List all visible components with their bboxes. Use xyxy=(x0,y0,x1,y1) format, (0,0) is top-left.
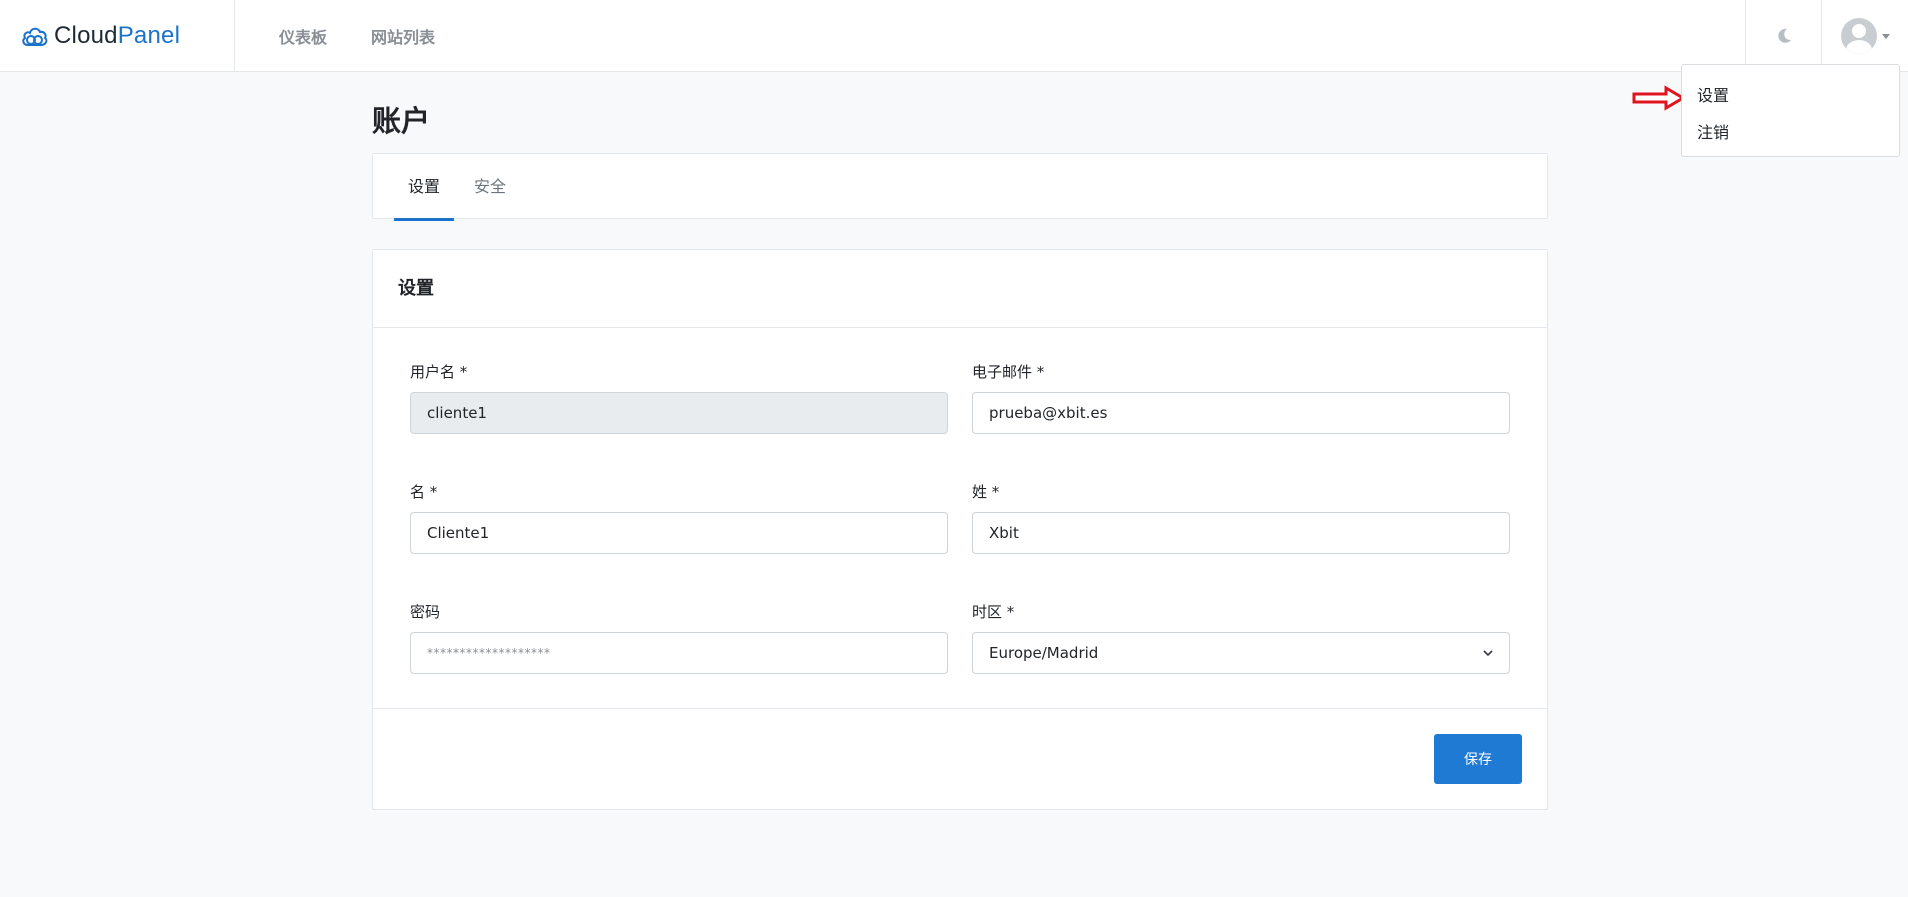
tab-security[interactable]: 安全 xyxy=(474,154,506,220)
brand-logo[interactable]: CloudPanel xyxy=(0,0,235,72)
tab-settings[interactable]: 设置 xyxy=(393,154,455,221)
first-name-input[interactable]: Cliente1 xyxy=(410,512,948,554)
brand-name-part1: Cloud xyxy=(54,22,118,49)
dropdown-item-logout[interactable]: 注销 xyxy=(1682,114,1899,151)
timezone-select[interactable]: Europe/Madrid xyxy=(972,632,1510,674)
save-button[interactable]: 保存 xyxy=(1434,734,1522,784)
first-name-field-group: 名 * Cliente1 xyxy=(410,482,948,554)
brand-name-part2: Panel xyxy=(117,22,181,49)
nav-item-dashboard[interactable]: 仪表板 xyxy=(279,24,327,48)
avatar-icon xyxy=(1840,18,1877,54)
chevron-down-icon xyxy=(1483,650,1493,657)
user-menu-button[interactable] xyxy=(1821,0,1908,72)
last-name-field-group: 姓 * Xbit xyxy=(972,482,1510,554)
password-label: 密码 xyxy=(410,603,441,621)
main-nav: 仪表板 网站列表 xyxy=(279,0,479,72)
username-input[interactable]: cliente1 xyxy=(410,392,948,434)
card-footer-divider xyxy=(373,708,1547,709)
user-dropdown-menu: 设置 注销 xyxy=(1681,64,1900,157)
red-arrow-icon xyxy=(1632,85,1686,111)
last-name-input[interactable]: Xbit xyxy=(972,512,1510,554)
chevron-down-icon xyxy=(1881,33,1890,39)
tabs-bar: 设置 安全 xyxy=(372,153,1548,221)
timezone-label: 时区 * xyxy=(972,603,1015,621)
page-title: 账户 xyxy=(372,104,431,138)
dropdown-item-settings[interactable]: 设置 xyxy=(1682,77,1899,114)
timezone-value: Europe/Madrid xyxy=(989,644,1099,662)
username-label: 用户名 * xyxy=(410,363,468,381)
timezone-field-group: 时区 * Europe/Madrid xyxy=(972,602,1510,674)
cloud-logo-icon xyxy=(22,27,48,46)
brand-name: CloudPanel xyxy=(54,22,180,50)
last-name-label: 姓 * xyxy=(972,483,1000,501)
email-field-group: 电子邮件 * prueba@xbit.es xyxy=(972,362,1510,434)
email-label: 电子邮件 * xyxy=(972,363,1045,381)
first-name-label: 名 * xyxy=(410,483,438,501)
password-field-group: 密码 ******************* xyxy=(410,602,948,674)
card-title: 设置 xyxy=(373,250,1547,328)
theme-toggle-button[interactable] xyxy=(1745,0,1821,72)
password-input[interactable]: ******************* xyxy=(410,632,948,674)
nav-item-sites[interactable]: 网站列表 xyxy=(371,24,435,48)
moon-icon xyxy=(1777,28,1791,43)
username-field-group: 用户名 * cliente1 xyxy=(410,362,948,434)
settings-form-card: 设置 用户名 * cliente1 电子邮件 * prueba@xbit.es … xyxy=(372,249,1548,810)
email-input[interactable]: prueba@xbit.es xyxy=(972,392,1510,434)
top-navbar: CloudPanel 仪表板 网站列表 xyxy=(0,0,1908,72)
